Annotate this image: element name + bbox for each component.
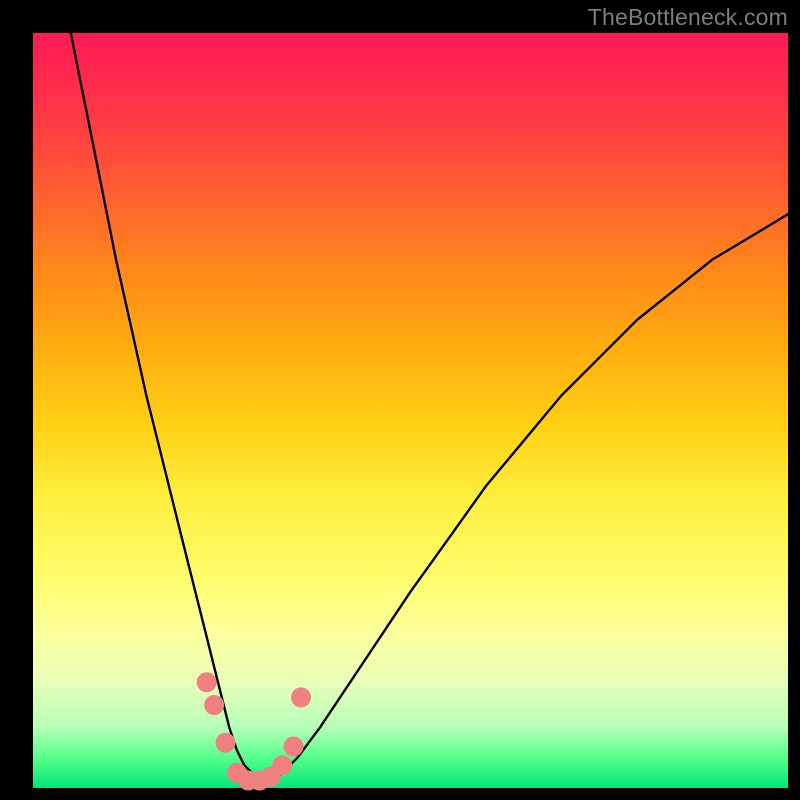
curve-marker [291,687,311,707]
curve-marker [197,672,217,692]
watermark-text: TheBottleneck.com [588,4,788,31]
curve-marker [284,737,304,757]
plot-area [33,33,788,788]
chart-frame: TheBottleneck.com [0,0,800,800]
curve-marker [272,755,292,775]
curve-marker [204,695,224,715]
curve-marker [216,733,236,753]
curve-markers [197,672,311,790]
chart-svg [33,33,788,788]
bottleneck-curve [71,33,788,781]
